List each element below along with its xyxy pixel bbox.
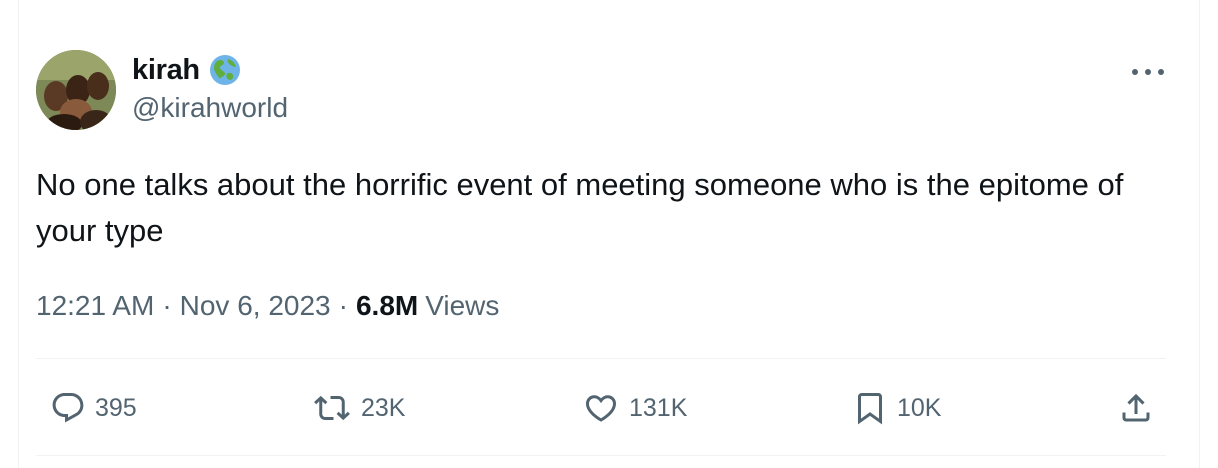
right-border — [1199, 0, 1200, 468]
tweet-text: No one talks about the horrific event of… — [36, 167, 1124, 248]
handle[interactable]: @kirahworld — [132, 92, 288, 124]
views-count[interactable]: 6.8M — [356, 290, 418, 322]
tweet-meta: 12:21 AM · Nov 6, 2023 · 6.8M Views — [36, 290, 499, 322]
author-block: kirah @kirahworld — [132, 52, 288, 124]
ellipsis-icon — [1132, 69, 1164, 75]
name-row: kirah — [132, 52, 288, 88]
bookmark-count: 10K — [897, 393, 942, 422]
retweet-icon — [314, 395, 350, 421]
bookmark-button[interactable]: 10K — [852, 390, 941, 426]
retweet-button[interactable]: 23K — [312, 390, 405, 426]
reply-icon — [52, 393, 84, 423]
avatar-photo-icon — [36, 50, 116, 130]
tweet-card: kirah @kirahworld No one talks about the… — [0, 0, 1218, 468]
left-border — [18, 0, 19, 468]
like-count: 131K — [629, 393, 688, 422]
heart-icon — [585, 395, 617, 422]
tweet-date[interactable]: Nov 6, 2023 — [180, 290, 331, 322]
bookmark-icon — [858, 393, 882, 425]
retweet-count: 23K — [361, 393, 406, 422]
reply-button[interactable]: 395 — [50, 390, 137, 426]
display-name[interactable]: kirah — [132, 54, 200, 87]
avatar[interactable] — [36, 50, 116, 130]
divider — [36, 358, 1166, 359]
meta-separator: · — [162, 290, 172, 321]
bottom-divider — [36, 455, 1166, 456]
like-button[interactable]: 131K — [582, 390, 687, 426]
more-options-button[interactable] — [1128, 60, 1168, 84]
tweet-time[interactable]: 12:21 AM — [36, 290, 154, 322]
share-icon — [1122, 393, 1150, 422]
share-button[interactable] — [1118, 390, 1154, 426]
reply-count: 395 — [95, 393, 137, 422]
globe-americas-icon — [208, 53, 242, 87]
views-label: Views — [425, 290, 500, 321]
meta-separator: · — [338, 290, 348, 321]
